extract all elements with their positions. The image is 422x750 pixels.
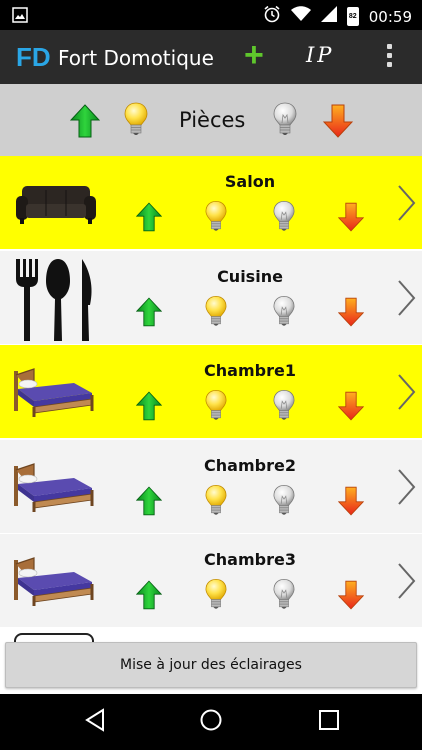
bed-icon xyxy=(12,554,96,608)
app-title: Fort Domotique xyxy=(58,46,214,70)
bulb-off-icon[interactable] xyxy=(273,295,295,327)
rooms-header: Pièces xyxy=(0,84,422,156)
room-row[interactable]: Chambre2 xyxy=(0,439,422,534)
back-icon[interactable] xyxy=(84,708,106,732)
status-bar: 82 00:59 xyxy=(0,0,422,30)
wifi-icon xyxy=(290,6,311,27)
down-arrow-icon[interactable] xyxy=(338,202,364,232)
bulb-off-icon[interactable] xyxy=(273,578,295,610)
header-label: Pièces xyxy=(179,108,246,132)
chevron-right-icon[interactable] xyxy=(396,279,416,317)
bulb-off-icon[interactable] xyxy=(273,200,295,232)
bulb-off-icon[interactable] xyxy=(273,484,295,516)
room-row[interactable]: Salon xyxy=(0,156,422,250)
bulb-on-icon[interactable] xyxy=(205,200,227,232)
down-arrow-icon[interactable] xyxy=(338,580,364,610)
room-name: Salon xyxy=(224,172,276,191)
battery-icon: 82 xyxy=(346,7,359,26)
up-arrow-icon[interactable] xyxy=(136,580,162,610)
room-row[interactable]: Chambre3 xyxy=(0,534,422,628)
room-name: Chambre3 xyxy=(204,550,296,569)
bulb-on-icon[interactable] xyxy=(205,484,227,516)
chevron-right-icon[interactable] xyxy=(396,468,416,506)
up-arrow-icon[interactable] xyxy=(136,202,162,232)
bulb-on-icon[interactable] xyxy=(124,102,148,136)
alarm-icon xyxy=(263,5,281,28)
home-icon[interactable] xyxy=(199,708,223,732)
ip-button[interactable]: IP xyxy=(306,43,334,67)
app-bar: FD Fort Domotique + IP xyxy=(0,30,422,84)
room-name: Cuisine xyxy=(217,266,283,286)
up-arrow-icon[interactable] xyxy=(136,486,162,516)
chevron-right-icon[interactable] xyxy=(396,562,416,600)
down-arrow-icon[interactable] xyxy=(338,391,364,421)
chevron-right-icon[interactable] xyxy=(396,184,416,222)
app-logo: FD xyxy=(16,42,51,72)
room-row[interactable]: Chambre1 xyxy=(0,345,422,439)
cutlery-icon xyxy=(12,257,96,343)
bulb-off-icon[interactable] xyxy=(273,102,297,136)
signal-icon xyxy=(320,6,337,27)
bed-icon xyxy=(12,365,96,419)
room-name: Chambre2 xyxy=(204,455,296,475)
bulb-off-icon[interactable] xyxy=(273,389,295,421)
image-icon xyxy=(12,7,28,28)
more-vert-icon[interactable] xyxy=(384,44,394,72)
up-arrow-icon[interactable] xyxy=(136,297,162,327)
sofa-icon xyxy=(14,182,98,226)
up-arrow-icon[interactable] xyxy=(136,391,162,421)
chevron-right-icon[interactable] xyxy=(396,373,416,411)
bulb-on-icon[interactable] xyxy=(205,295,227,327)
room-row[interactable]: Cuisine xyxy=(0,250,422,345)
down-arrow-icon[interactable] xyxy=(338,486,364,516)
room-name: Chambre1 xyxy=(204,361,296,380)
plus-icon[interactable]: + xyxy=(244,38,264,72)
nav-bar xyxy=(0,694,422,750)
bulb-on-icon[interactable] xyxy=(205,578,227,610)
recents-icon[interactable] xyxy=(318,708,340,732)
down-arrow-icon[interactable] xyxy=(323,104,353,138)
update-lighting-button[interactable]: Mise à jour des éclairages xyxy=(5,642,417,688)
down-arrow-icon[interactable] xyxy=(338,297,364,327)
status-time: 00:59 xyxy=(368,7,412,26)
up-arrow-icon[interactable] xyxy=(70,104,100,138)
bed-icon xyxy=(12,460,96,514)
bulb-on-icon[interactable] xyxy=(205,389,227,421)
